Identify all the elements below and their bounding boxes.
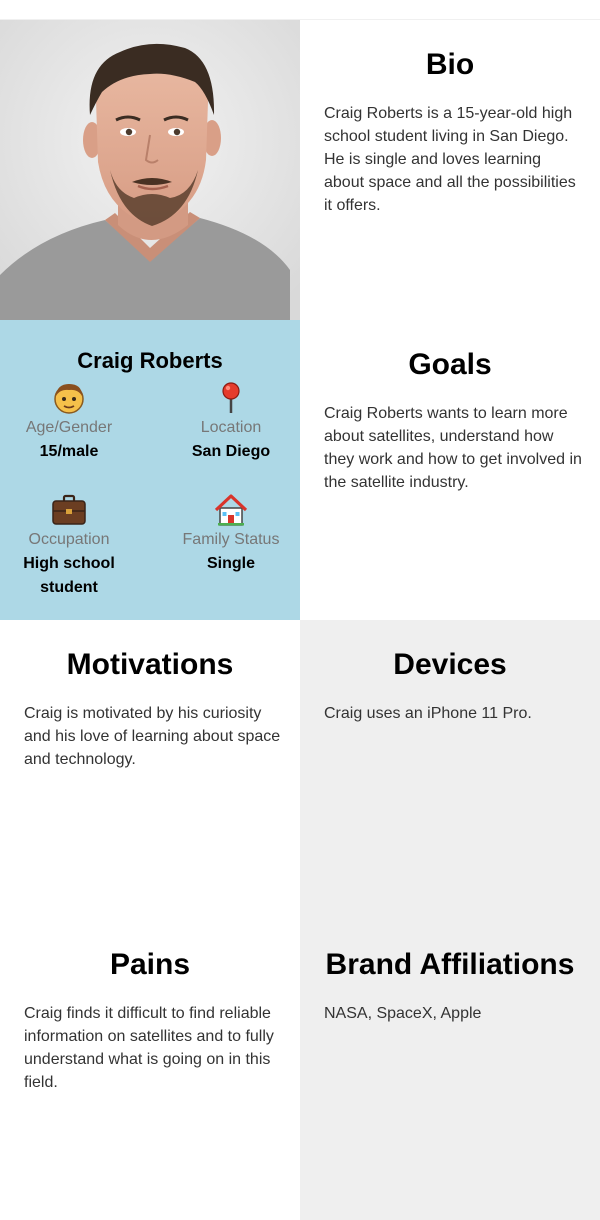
round-pushpin-icon — [156, 380, 306, 416]
top-bar — [0, 0, 600, 20]
age-gender-label: Age/Gender — [25, 419, 113, 436]
motivations-section: Motivations Craig is motivated by his cu… — [0, 620, 300, 920]
devices-section: Devices Craig uses an iPhone 11 Pro. — [300, 620, 600, 920]
location-value: San Diego — [191, 443, 271, 460]
devices-text: Craig uses an iPhone 11 Pro. — [324, 705, 532, 722]
motivations-text: Craig is motivated by his curiosity and … — [24, 705, 281, 768]
devices-title: Devices — [393, 648, 507, 681]
location-label: Location — [200, 419, 262, 436]
family-status-label: Family Status — [182, 531, 280, 548]
brand-affiliations-section: Brand Affiliations NASA, SpaceX, Apple — [300, 920, 600, 1220]
age-gender-value: 15/male — [39, 443, 99, 460]
persona-portrait-image — [0, 20, 300, 320]
man-face-icon — [0, 380, 144, 416]
pains-title: Pains — [109, 948, 191, 981]
pains-text: Craig finds it difficult to find reliabl… — [24, 1005, 274, 1091]
family-status-value: Single — [206, 555, 255, 572]
persona-photo — [0, 20, 300, 320]
motivations-title: Motivations — [66, 648, 234, 681]
age-gender-attribute: Age/Gender 15/male — [0, 380, 144, 464]
brand-affiliations-text: NASA, SpaceX, Apple — [324, 1005, 482, 1022]
occupation-attribute: Occupation High school student — [0, 492, 144, 600]
bio-title: Bio — [425, 48, 475, 81]
occupation-value: High school student — [23, 555, 115, 596]
pains-section: Pains Craig finds it difficult to find r… — [0, 920, 300, 1220]
profile-card: Craig Roberts Age/Gender 15/male Locatio… — [0, 320, 300, 620]
occupation-label: Occupation — [28, 531, 110, 548]
persona-name: Craig Roberts — [77, 348, 223, 373]
goals-title: Goals — [408, 348, 492, 381]
bio-section: Bio Craig Roberts is a 15-year-old high … — [300, 20, 600, 320]
family-status-attribute: Family Status Single — [156, 492, 306, 576]
briefcase-icon — [0, 492, 144, 528]
brand-affiliations-title: Brand Affiliations — [325, 948, 575, 981]
house-icon — [156, 492, 306, 528]
goals-text: Craig Roberts wants to learn more about … — [324, 405, 582, 491]
goals-section: Goals Craig Roberts wants to learn more … — [300, 320, 600, 620]
location-attribute: Location San Diego — [156, 380, 306, 464]
bio-text: Craig Roberts is a 15-year-old high scho… — [324, 105, 576, 214]
